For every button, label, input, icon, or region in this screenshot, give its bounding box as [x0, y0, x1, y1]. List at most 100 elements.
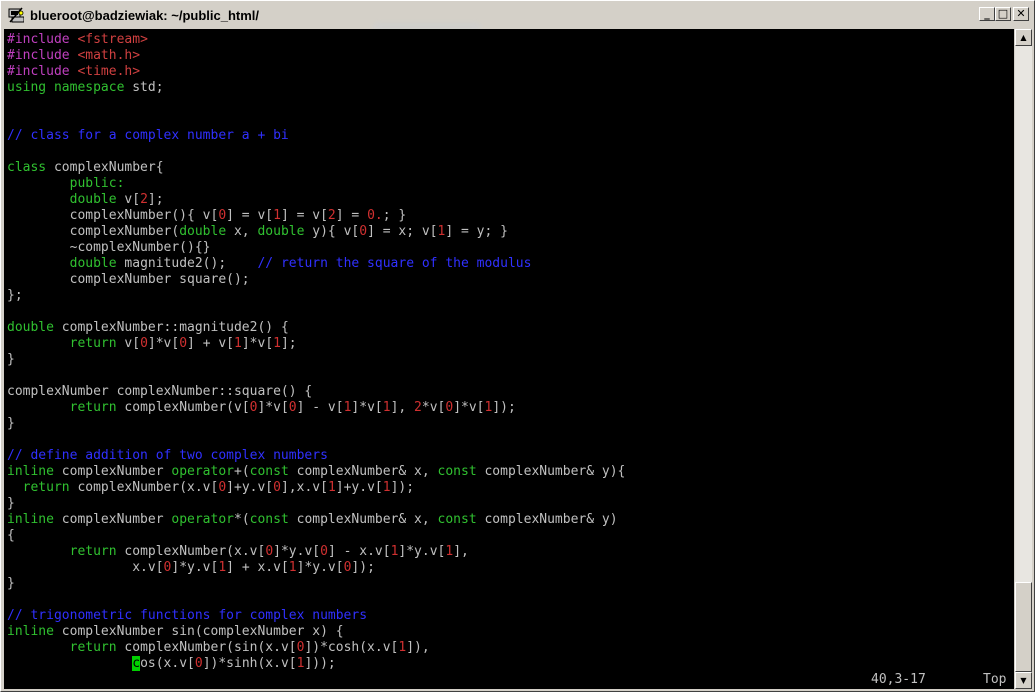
code-token: complexNumber(v[: [116, 400, 250, 415]
code-line[interactable]: inline complexNumber operator*(const com…: [7, 512, 625, 528]
code-line[interactable]: return complexNumber(sin(x.v[0])*cosh(x.…: [7, 640, 625, 656]
code-token: ]);: [390, 480, 415, 495]
scroll-down-icon[interactable]: ▼: [1015, 672, 1032, 689]
code-line[interactable]: [7, 112, 625, 128]
code-token: 1: [273, 208, 281, 223]
code-token: using namespace: [7, 80, 125, 95]
putty-icon[interactable]: [8, 7, 25, 23]
code-line[interactable]: }: [7, 576, 625, 592]
code-token: double: [69, 256, 117, 271]
code-token: 1: [218, 560, 227, 575]
code-line[interactable]: // define addition of two complex number…: [7, 448, 625, 464]
code-line[interactable]: return complexNumber(v[0]*v[0] - v[1]*v[…: [7, 400, 625, 416]
window-title: blueroot@badziewiak: ~/public_html/: [30, 8, 260, 23]
code-token: #include: [7, 64, 78, 79]
code-token: ] = y; }: [445, 224, 508, 239]
code-token: <fstream>: [77, 32, 148, 47]
code-token: ]*v[: [351, 400, 383, 415]
vim-buffer[interactable]: #include <fstream> #include <math.h> #incl…: [7, 32, 625, 672]
code-token: 0: [194, 656, 203, 671]
code-token: const: [249, 464, 289, 479]
close-button[interactable]: ✕: [1013, 7, 1029, 21]
terminal-window: blueroot@badziewiak: ~/public_html/ _ □ …: [0, 0, 1035, 692]
maximize-button[interactable]: □: [995, 7, 1011, 21]
code-token: operator: [171, 512, 234, 527]
code-token: operator: [171, 464, 234, 479]
code-token: 1: [445, 544, 454, 559]
scrollbar-thumb[interactable]: [1015, 582, 1032, 672]
code-token: const: [437, 464, 477, 479]
code-line[interactable]: double magnitude2(); // return the squar…: [7, 256, 625, 272]
code-token: double: [257, 224, 305, 239]
code-line[interactable]: [7, 96, 625, 112]
code-token: ]);: [492, 400, 516, 415]
code-line[interactable]: [7, 592, 625, 608]
code-token: 0: [288, 400, 297, 415]
code-token: 0: [265, 544, 274, 559]
code-line[interactable]: return complexNumber(x.v[0]+y.v[0],x.v[1…: [7, 480, 625, 496]
code-token: 0: [218, 480, 227, 495]
code-line[interactable]: ~complexNumber(){}: [7, 240, 625, 256]
code-line[interactable]: [7, 432, 625, 448]
vertical-scrollbar[interactable]: ▲ ▼: [1015, 29, 1032, 689]
code-token: complexNumber& y){: [476, 464, 626, 479]
code-token: 2: [140, 192, 148, 207]
code-token: complexNumber{: [46, 160, 164, 175]
code-token: +(: [234, 464, 250, 479]
code-line[interactable]: #include <fstream>: [7, 32, 625, 48]
code-token: complexNumber(: [7, 224, 180, 239]
code-token: #include: [7, 48, 78, 63]
code-token: ])*cosh(x.v[: [304, 640, 399, 655]
code-token: ]*v[: [241, 336, 274, 351]
code-line[interactable]: complexNumber(){ v[0] = v[1] = v[2] = 0.…: [7, 208, 625, 224]
code-line[interactable]: class complexNumber{: [7, 160, 625, 176]
code-line[interactable]: // class for a complex number a + bi: [7, 128, 625, 144]
code-token: 0: [320, 544, 328, 559]
code-line[interactable]: inline complexNumber sin(complexNumber x…: [7, 624, 625, 640]
code-token: ] = v[: [226, 208, 274, 223]
code-token: 1: [234, 336, 242, 351]
code-line[interactable]: [7, 368, 625, 384]
title-bar[interactable]: blueroot@badziewiak: ~/public_html/ _ □ …: [4, 4, 1031, 26]
code-line[interactable]: [7, 144, 625, 160]
code-line[interactable]: cos(x.v[0])*sinh(x.v[1]));: [7, 656, 625, 672]
code-line[interactable]: [7, 304, 625, 320]
code-line[interactable]: return complexNumber(x.v[0]*y.v[0] - x.v…: [7, 544, 625, 560]
code-token: ];: [147, 192, 164, 207]
code-token: }: [7, 576, 15, 591]
code-line[interactable]: complexNumber square();: [7, 272, 625, 288]
code-line[interactable]: }: [7, 352, 625, 368]
scroll-up-icon[interactable]: ▲: [1015, 29, 1032, 46]
code-line[interactable]: double complexNumber::magnitude2() {: [7, 320, 625, 336]
code-line[interactable]: public:: [7, 176, 625, 192]
code-line[interactable]: inline complexNumber operator+(const com…: [7, 464, 625, 480]
code-line[interactable]: #include <math.h>: [7, 48, 625, 64]
code-token: public:: [7, 176, 125, 191]
code-token: ]+y.v[: [335, 480, 383, 495]
code-line[interactable]: };: [7, 288, 625, 304]
code-token: ] + v[: [187, 336, 235, 351]
terminal-area[interactable]: #include <fstream> #include <math.h> #incl…: [4, 29, 1014, 689]
code-line[interactable]: double v[2];: [7, 192, 625, 208]
code-line[interactable]: }: [7, 496, 625, 512]
code-line[interactable]: {: [7, 528, 625, 544]
code-line[interactable]: complexNumber(double x, double y){ v[0] …: [7, 224, 625, 240]
minimize-button[interactable]: _: [979, 7, 995, 21]
code-token: 1: [273, 336, 281, 351]
code-token: 2: [414, 400, 422, 415]
code-line[interactable]: #include <time.h>: [7, 64, 625, 80]
code-line[interactable]: x.v[0]*y.v[1] + x.v[1]*y.v[0]);: [7, 560, 625, 576]
code-line[interactable]: complexNumber complexNumber::square() {: [7, 384, 625, 400]
code-token: ]*v[: [257, 400, 289, 415]
code-token: 0: [445, 400, 454, 415]
code-line[interactable]: // trigonometric functions for complex n…: [7, 608, 625, 624]
code-line[interactable]: }: [7, 416, 625, 432]
code-token: 0: [140, 336, 148, 351]
code-token: ]));: [304, 656, 336, 671]
code-line[interactable]: return v[0]*v[0] + v[1]*v[1];: [7, 336, 625, 352]
code-token: 1: [382, 400, 391, 415]
code-token: 0: [273, 480, 281, 495]
code-line[interactable]: using namespace std;: [7, 80, 625, 96]
